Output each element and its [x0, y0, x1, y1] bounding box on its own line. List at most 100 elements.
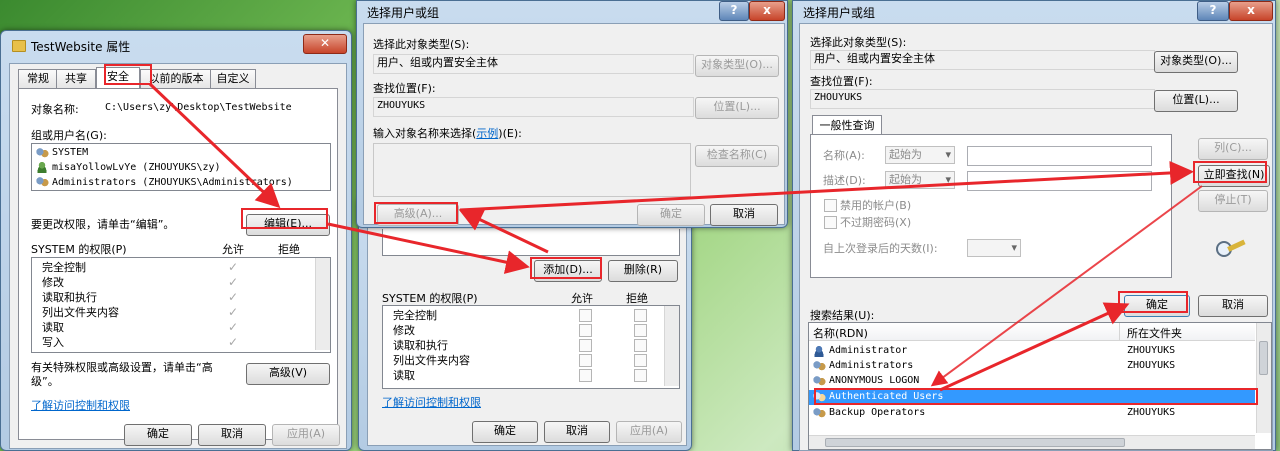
disabled-accounts-checkbox[interactable] [824, 199, 837, 212]
group-icon [812, 375, 826, 387]
users-list[interactable]: SYSTEM misaYollowLvYe (ZHOUYUKS\zy) Admi… [31, 143, 331, 191]
search-results-list: 名称(RDN) 所在文件夹 Administrator ZHOUYUKS Adm… [808, 322, 1272, 450]
column-header-name[interactable]: 名称(RDN) [813, 325, 868, 341]
folder-icon [12, 40, 26, 52]
tab-sharing[interactable]: 共享 [56, 69, 96, 88]
tab-customize[interactable]: 自定义 [210, 69, 256, 88]
enter-names-suffix: )(E): [498, 127, 522, 140]
permissions-client: 添加(D)... 删除(R) SYSTEM 的权限(P) 允许 拒绝 完全控制 … [367, 201, 687, 446]
allow-header: 允许 [222, 243, 244, 256]
permissions-label: SYSTEM 的权限(P) [31, 243, 127, 256]
ok-button[interactable]: 确定 [472, 421, 538, 443]
cancel-button[interactable]: 取消 [1198, 295, 1268, 317]
permission-item: 完全控制 [42, 261, 86, 274]
highlight-authenticated-users [814, 388, 1258, 405]
allow-checkbox[interactable] [579, 354, 592, 367]
enter-names-text: 输入对象名称来选择( [373, 127, 477, 140]
advanced-button[interactable]: 高级(V) [246, 363, 330, 385]
group-icon [35, 147, 49, 159]
locations-button[interactable]: 位置(L)... [695, 97, 779, 119]
allow-checkbox[interactable] [579, 309, 592, 322]
scroll-thumb[interactable] [825, 438, 1125, 447]
remove-button[interactable]: 删除(R) [608, 260, 678, 282]
check-names-button[interactable]: 检查名称(C) [695, 145, 779, 167]
result-folder: ZHOUYUKS [1127, 360, 1176, 371]
learn-link[interactable]: 了解访问控制和权限 [31, 397, 130, 413]
cancel-button[interactable]: 取消 [198, 424, 266, 446]
object-names-input[interactable] [373, 143, 691, 197]
permissions-scrollbar[interactable] [664, 306, 679, 386]
close-button[interactable]: x [1229, 1, 1273, 21]
examples-link[interactable]: 示例 [476, 127, 498, 140]
deny-checkbox[interactable] [634, 354, 647, 367]
permission-item: 列出文件夹内容 [42, 306, 119, 319]
help-button[interactable]: ? [1197, 1, 1229, 21]
permission-item: 修改 [42, 276, 64, 289]
deny-checkbox[interactable] [634, 309, 647, 322]
allow-checkbox[interactable] [579, 339, 592, 352]
object-type-label: 选择此对象类型(S): [810, 36, 907, 49]
permission-item: 写入 [42, 336, 64, 349]
deny-checkbox[interactable] [634, 324, 647, 337]
name-mode-select[interactable]: 起始为 [885, 146, 955, 164]
result-row[interactable]: Backup Operators ZHOUYUKS [809, 406, 1255, 421]
close-button[interactable]: x [749, 1, 785, 21]
user-item[interactable]: Administrators (ZHOUYUKS\Administrators) [52, 175, 293, 190]
locations-button[interactable]: 位置(L)... [1154, 90, 1238, 112]
stop-button[interactable]: 停止(T) [1198, 190, 1268, 212]
ok-button[interactable]: 确定 [124, 424, 192, 446]
object-types-button[interactable]: 对象类型(O)... [1154, 51, 1238, 73]
apply-button[interactable]: 应用(A) [616, 421, 682, 443]
cancel-button[interactable]: 取消 [544, 421, 610, 443]
results-horizontal-scrollbar[interactable] [809, 435, 1255, 449]
apply-button[interactable]: 应用(A) [272, 424, 340, 446]
permission-item: 完全控制 [393, 309, 437, 322]
close-button[interactable]: ✕ [303, 34, 347, 54]
deny-checkbox[interactable] [634, 339, 647, 352]
search-results-label: 搜索结果(U): [810, 309, 875, 322]
days-select[interactable] [967, 239, 1021, 257]
permissions-scrollbar[interactable] [315, 258, 330, 350]
group-label: 组或用户名(G): [31, 129, 107, 142]
object-type-field: 用户、组或内置安全主体 [810, 50, 1155, 70]
search-animation-icon [1214, 238, 1248, 260]
tab-strip: 常规 共享 安全 以前的版本 自定义 [18, 67, 338, 89]
days-since-logon-label: 自上次登录后的天数(I): [823, 242, 938, 255]
allow-checkbox[interactable] [579, 369, 592, 382]
object-type-field: 用户、组或内置安全主体 [373, 54, 694, 74]
highlight-edit-button [241, 208, 328, 229]
user-icon [35, 161, 49, 173]
help-button[interactable]: ? [719, 1, 749, 21]
highlight-add-button [530, 257, 602, 279]
allow-checkbox[interactable] [579, 324, 592, 337]
result-folder: ZHOUYUKS [1127, 407, 1176, 418]
special-permissions-text-2: 级”。 [31, 375, 59, 388]
description-input[interactable] [967, 171, 1152, 191]
scroll-thumb[interactable] [1259, 341, 1268, 375]
tab-general[interactable]: 常规 [18, 69, 58, 88]
location-label: 查找位置(F): [373, 82, 436, 95]
learn-link[interactable]: 了解访问控制和权限 [382, 394, 481, 410]
group-icon [812, 360, 826, 372]
non-expiring-checkbox[interactable] [824, 216, 837, 229]
deny-checkbox[interactable] [634, 369, 647, 382]
highlight-find-now-button [1193, 161, 1267, 183]
query-tab-header[interactable]: 一般性查询 [812, 115, 882, 135]
change-instruction: 要更改权限，请单击“编辑”。 [31, 218, 175, 231]
object-types-button[interactable]: 对象类型(O)... [695, 55, 779, 77]
description-mode-select[interactable]: 起始为 [885, 171, 955, 189]
cancel-button[interactable]: 取消 [710, 204, 778, 226]
window-title: TestWebsite 属性 [31, 40, 131, 54]
name-input[interactable] [967, 146, 1152, 166]
result-row[interactable]: Administrator ZHOUYUKS [809, 344, 1255, 359]
user-item[interactable]: misaYollowLvYe (ZHOUYUKS\zy) [52, 160, 221, 175]
result-row[interactable]: Administrators ZHOUYUKS [809, 359, 1255, 374]
user-item[interactable]: SYSTEM [52, 145, 88, 160]
column-header-folder[interactable]: 所在文件夹 [1127, 325, 1182, 341]
results-vertical-scrollbar[interactable] [1256, 323, 1271, 433]
columns-button[interactable]: 列(C)... [1198, 138, 1268, 160]
description-label: 描述(D): [823, 174, 866, 187]
result-row[interactable]: ANONYMOUS LOGON [809, 374, 1255, 389]
properties-window: TestWebsite 属性 ✕ 常规 共享 安全 以前的版本 自定义 对象名称… [0, 30, 352, 451]
ok-button[interactable]: 确定 [637, 204, 705, 226]
